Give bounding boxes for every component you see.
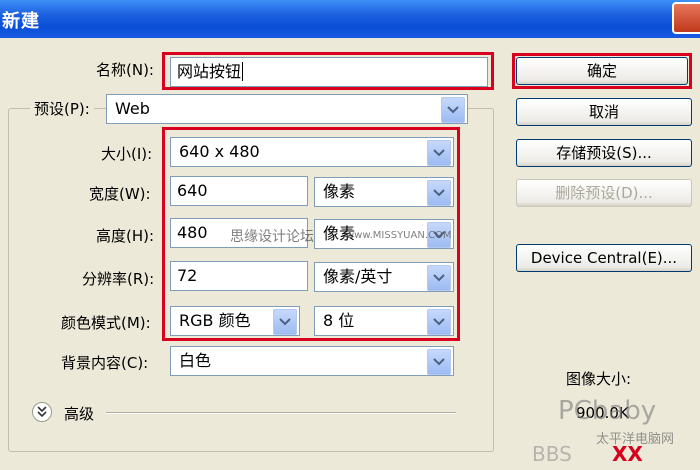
- title-bar: [0, 0, 700, 38]
- background-label: 背景内容(C):: [61, 354, 149, 372]
- ok-highlight: [512, 53, 692, 89]
- logo-watermark: PCbaby: [558, 396, 657, 426]
- advanced-divider: [106, 412, 456, 414]
- resolution-label: 分辨率(R):: [82, 270, 155, 288]
- width-label: 宽度(W):: [89, 185, 151, 203]
- site-watermark: www.MISSYUAN.COM: [346, 230, 452, 241]
- window-title: 新建: [2, 11, 40, 32]
- advanced-toggle[interactable]: [32, 402, 52, 422]
- red-marks: XX: [612, 442, 643, 466]
- chevron-down-icon[interactable]: [427, 349, 451, 375]
- size-label: 大小(I):: [101, 145, 153, 163]
- background-select[interactable]: 白色: [170, 346, 454, 376]
- cancel-button[interactable]: 取消: [516, 98, 692, 126]
- background-value: 白色: [179, 351, 212, 370]
- chevron-down-icon[interactable]: [441, 97, 465, 123]
- close-button[interactable]: [672, 2, 700, 34]
- name-highlight: [162, 52, 494, 90]
- delete-preset-button[interactable]: 删除预设(D)...: [516, 179, 692, 207]
- forum-watermark: 思缘设计论坛: [230, 229, 314, 245]
- bbs-watermark: BBS: [532, 442, 572, 466]
- height-label: 高度(H):: [96, 227, 155, 245]
- image-size-label: 图像大小:: [566, 370, 632, 388]
- color-mode-label: 颜色模式(M):: [61, 314, 151, 332]
- device-central-button[interactable]: Device Central(E)...: [516, 244, 692, 272]
- preset-value: Web: [115, 99, 150, 118]
- advanced-label: 高级: [64, 405, 95, 423]
- double-chevron-down-icon: [37, 406, 47, 418]
- preset-label: 预设(P):: [30, 98, 94, 119]
- name-label: 名称(N):: [96, 61, 154, 79]
- preset-select[interactable]: Web: [106, 94, 468, 124]
- save-preset-button[interactable]: 存储预设(S)...: [516, 139, 692, 167]
